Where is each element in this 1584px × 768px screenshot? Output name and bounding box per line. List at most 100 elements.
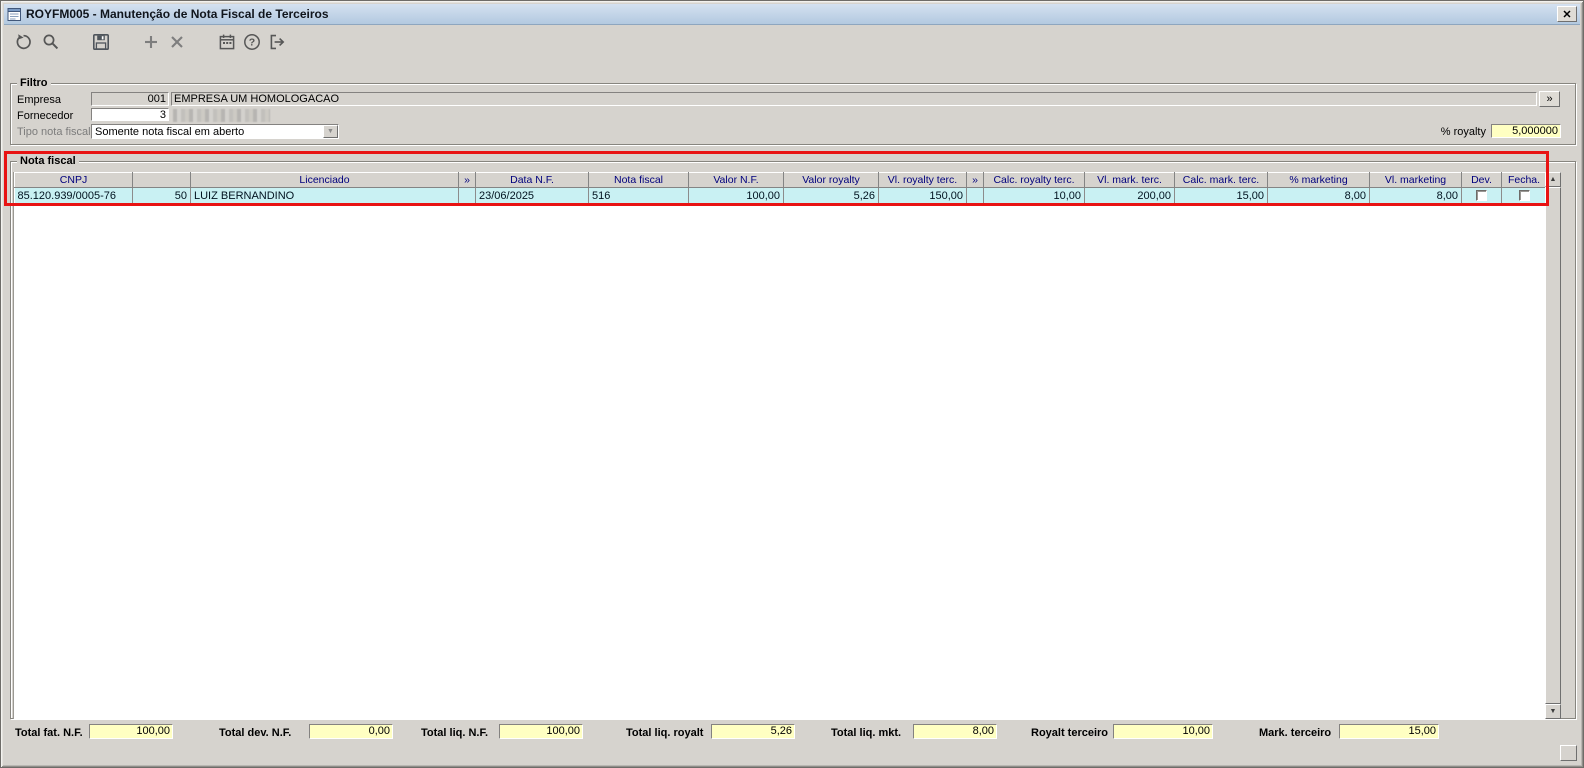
total-fat-nf-label: Total fat. N.F. [15,727,83,739]
col-header-codigo [132,172,191,188]
total-liq-mkt-field: 8,00 [913,724,997,739]
total-liq-nf-field: 100,00 [499,724,583,739]
nota-fiscal-groupbox: Nota fiscal CNPJ Licenciado » Data N.F. [10,154,1576,719]
cell-cnpj[interactable]: 85.120.939/0005-76 [14,187,133,204]
cell-calc-mark-terc[interactable]: 15,00 [1174,187,1268,204]
cell-vl-mark-terc[interactable]: 200,00 [1084,187,1175,204]
cell-vl-royalty-terc[interactable]: 150,00 [878,187,967,204]
grid-data-row[interactable]: 85.120.939/0005-76 50 LUIZ BERNANDINO 23… [14,187,1547,204]
close-icon: ✕ [1562,8,1572,21]
chevron-down-icon: ▼ [327,128,334,135]
royalty-field[interactable]: 5,000000 [1491,124,1561,138]
mark-terceiro-field: 15,00 [1339,724,1439,739]
total-liq-royalt-label: Total liq. royalt [626,727,704,739]
col-header-vl-mark-terc: Vl. mark. terc. [1084,172,1175,188]
col-header-pct-marketing: % marketing [1267,172,1370,188]
add-button[interactable] [140,31,162,53]
save-button[interactable] [90,31,112,53]
cell-nota-fiscal[interactable]: 516 [588,187,689,204]
undo-button[interactable] [12,31,34,53]
plus-icon [145,36,157,48]
cell-codigo[interactable]: 50 [132,187,191,204]
col-header-vl-royalty-terc: Vl. royalty terc. [878,172,967,188]
empresa-name-field: EMPRESA UM HOMOLOGACAO [171,92,1537,106]
tipo-nota-fiscal-value: Somente nota fiscal em aberto [95,125,245,138]
col-header-licenciado: Licenciado [190,172,459,188]
lookup-chevrons-icon: » [1546,93,1553,105]
grid-header-row: CNPJ Licenciado » Data N.F. Nota fiscal … [14,172,1547,188]
nota-fiscal-grid: CNPJ Licenciado » Data N.F. Nota fiscal … [13,172,1547,719]
col-header-vl-marketing: Vl. marketing [1369,172,1462,188]
calendar-icon [219,34,235,50]
col-header-dev: Dev. [1461,172,1502,188]
cell-licenciado[interactable]: LUIZ BERNANDINO [190,187,459,204]
help-icon: ? [244,34,260,50]
cell-valor-nf[interactable]: 100,00 [688,187,784,204]
col-header-calc-mark-terc: Calc. mark. terc. [1174,172,1268,188]
grid-table: CNPJ Licenciado » Data N.F. Nota fiscal … [14,172,1547,204]
col-header-nota-fiscal: Nota fiscal [588,172,689,188]
fornecedor-label: Fornecedor [17,110,74,122]
titlebar[interactable]: ROYFM005 - Manutenção de Nota Fiscal de … [4,4,1580,25]
cell-vl-marketing[interactable]: 8,00 [1369,187,1462,204]
fecha-checkbox[interactable] [1518,190,1530,202]
fornecedor-code-field[interactable]: 3 [91,108,169,121]
scroll-up-icon: ▲ [1549,176,1557,183]
calendar-button[interactable] [216,31,238,53]
app-window: ROYFM005 - Manutenção de Nota Fiscal de … [0,0,1584,768]
delete-button[interactable] [166,31,188,53]
col-header-calc-royalty-terc: Calc. royalty terc. [983,172,1085,188]
filtro-legend: Filtro [17,76,51,90]
tipo-nota-fiscal-label: Tipo nota fiscal [17,126,91,138]
scroll-down-button[interactable]: ▼ [1545,704,1561,719]
save-icon [92,33,109,50]
grid-vertical-scrollbar[interactable]: ▲ ▼ [1545,172,1561,719]
empresa-code-field: 001 [91,92,169,106]
col-header-chevron-2: » [966,172,984,188]
royalt-terceiro-label: Royalt terceiro [1031,727,1109,739]
col-header-chevron-1: » [458,172,476,188]
col-header-cnpj: CNPJ [14,172,133,188]
cell-data-nf[interactable]: 23/06/2025 [475,187,589,204]
fornecedor-name-redacted [173,109,270,122]
col-header-data-nf: Data N.F. [475,172,589,188]
cell-fecha-checkbox[interactable] [1501,187,1547,204]
cell-calc-royalty-terc[interactable]: 10,00 [983,187,1085,204]
mark-terceiro-label: Mark. terceiro [1259,727,1332,739]
total-liq-mkt-label: Total liq. mkt. [831,727,902,739]
col-header-valor-nf: Valor N.F. [688,172,784,188]
total-dev-nf-field: 0,00 [309,724,393,739]
cell-valor-royalty[interactable]: 5,26 [783,187,879,204]
cell-chevron-2[interactable] [966,187,984,204]
total-liq-royalt-field: 5,26 [711,724,795,739]
resize-grip[interactable] [1560,745,1577,761]
col-header-valor-royalty: Valor royalty [783,172,879,188]
help-button[interactable]: ? [241,31,263,53]
close-button[interactable]: ✕ [1557,6,1577,22]
search-button[interactable] [40,31,62,53]
empresa-lookup-button[interactable]: » [1539,91,1560,107]
total-fat-nf-field: 100,00 [89,724,173,739]
empresa-label: Empresa [17,94,62,106]
exit-icon [270,34,285,50]
cell-dev-checkbox[interactable] [1461,187,1502,204]
undo-icon [16,34,31,50]
tipo-nota-fiscal-combo[interactable]: Somente nota fiscal em aberto ▼ [91,124,339,139]
combo-dropdown-button[interactable]: ▼ [323,125,338,138]
toolbar: ? [4,25,1580,59]
dev-checkbox[interactable] [1476,190,1487,202]
scroll-up-button[interactable]: ▲ [1545,172,1561,187]
app-icon [7,7,22,22]
col-header-fecha: Fecha. [1501,172,1547,188]
royalt-terceiro-field: 10,00 [1113,724,1213,739]
nota-fiscal-legend: Nota fiscal [17,154,79,168]
scrollbar-thumb[interactable] [1545,187,1561,704]
cell-pct-marketing[interactable]: 8,00 [1267,187,1370,204]
total-liq-nf-label: Total liq. N.F. [421,727,489,739]
window-title: ROYFM005 - Manutenção de Nota Fiscal de … [26,7,329,21]
exit-button[interactable] [266,31,288,53]
total-dev-nf-label: Total dev. N.F. [219,727,292,739]
scroll-down-icon: ▼ [1549,708,1557,715]
cell-chevron-1[interactable] [458,187,476,204]
royalty-label: % royalty [1440,126,1486,138]
